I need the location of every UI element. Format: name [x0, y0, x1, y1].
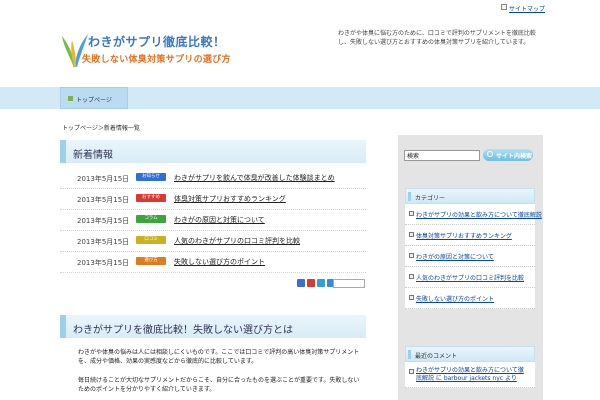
checkbox-icon [409, 232, 414, 237]
list-item: わきがサプリの効果と飲み方について徹底解説 [405, 204, 542, 225]
logo-subtitle: 失敗しない体臭対策サプリの選び方 [82, 55, 231, 65]
checkbox-icon [409, 253, 414, 258]
news-date: 2013年5月15日 [77, 196, 130, 204]
breadcrumb: トップページ＞新着情報一覧 [62, 125, 140, 132]
news-badge: おすすめ [136, 194, 166, 202]
site-logo[interactable]: わきがサプリ徹底比較！ 失敗しない体臭対策サプリの選び方 [60, 30, 240, 72]
article-title: わきがサプリを徹底比較！失敗しない選び方とは [73, 325, 293, 336]
news-link[interactable]: 失敗しない選び方のポイント [174, 257, 265, 267]
share-count [333, 279, 365, 288]
news-row: 2013年5月15日 お知らせ わきがサプリを飲んで体臭が改善した体験談まとめ [60, 168, 366, 189]
news-link[interactable]: わきがの原因と対策について [174, 215, 265, 225]
tweet-icon[interactable] [317, 279, 325, 287]
category-link[interactable]: わきがサプリの効果と飲み方について徹底解説 [416, 210, 542, 219]
news-row: 2013年5月15日 コラム わきがの原因と対策について [60, 210, 366, 231]
nav-item-label: トップページ [76, 97, 112, 104]
news-date: 2013年5月15日 [77, 217, 130, 225]
news-badge: コラム [136, 215, 166, 223]
news-link[interactable]: 体臭対策サプリおすすめランキング [174, 194, 286, 204]
checkbox-icon [409, 274, 414, 279]
search-input[interactable] [404, 150, 480, 161]
category-link[interactable]: 人気のわきがサプリの口コミ評判を比較 [416, 273, 524, 282]
search-icon [487, 151, 493, 157]
comment-icon [409, 369, 414, 374]
list-item: 人気のわきがサプリの口コミ評判を比較 [405, 267, 535, 288]
list-item: わきがサプリの効果と飲み方について徹底解説 に barbour jackets … [405, 362, 535, 388]
news-row: 2013年5月15日 口コミ 人気のわきがサプリの口コミ評判を比較 [60, 231, 366, 252]
checkbox-icon [409, 295, 414, 300]
sitemap-icon [501, 4, 507, 10]
comment-link[interactable]: わきがサプリの効果と飲み方について徹底解説 に barbour jackets … [416, 367, 526, 383]
widget-title: カテゴリー [405, 188, 535, 204]
category-link[interactable]: わきがの原因と対策について [416, 252, 494, 261]
news-date: 2013年5月15日 [77, 175, 130, 183]
article-paragraph: 毎日続けることが大切なサプリメントだからこそ、自分に合ったものを選ぶことが重要で… [78, 377, 360, 393]
list-item: 失敗しない選び方のポイント [405, 288, 535, 309]
search-button[interactable]: サイト内検索 [483, 149, 533, 161]
sitemap-link[interactable]: サイトマップ [509, 4, 545, 13]
list-item: 体臭対策サプリおすすめランキング [405, 225, 535, 246]
bullet-icon [68, 96, 73, 101]
article-paragraph: わきがや体臭の悩みは人には相談しにくいものです。ここでは口コミで評判の高い体臭対… [78, 349, 360, 365]
share-icon[interactable] [307, 279, 315, 287]
news-list: 2013年5月15日 お知らせ わきがサプリを飲んで体臭が改善した体験談まとめ … [60, 168, 366, 273]
category-link[interactable]: 失敗しない選び方のポイント [416, 294, 494, 303]
news-row: 2013年5月15日 選び方 失敗しない選び方のポイント [60, 252, 366, 273]
news-date: 2013年5月15日 [77, 238, 130, 246]
search-button-label: サイト内検索 [496, 154, 533, 160]
news-badge: 選び方 [136, 257, 166, 265]
widget-title: 最近のコメント [405, 346, 535, 362]
news-link[interactable]: 人気のわきがサプリの口コミ評判を比較 [174, 236, 300, 246]
news-badge: 口コミ [136, 236, 166, 244]
news-date: 2013年5月15日 [77, 259, 130, 267]
category-link[interactable]: 体臭対策サプリおすすめランキング [416, 231, 512, 240]
news-heading: 新着情報 [60, 140, 366, 163]
nav-item-top[interactable]: トップページ [60, 87, 128, 109]
top-bar: サイトマップ [0, 0, 600, 14]
logo-title: わきがサプリ徹底比較！ [88, 35, 226, 49]
comments-widget: 最近のコメント わきがサプリの効果と飲み方について徹底解説 に barbour … [405, 346, 535, 388]
category-widget: カテゴリー わきがサプリの効果と飲み方について徹底解説 体臭対策サプリおすすめラ… [405, 188, 542, 309]
news-row: 2013年5月15日 おすすめ 体臭対策サプリおすすめランキング [60, 189, 366, 210]
news-link[interactable]: わきがサプリを飲んで体臭が改善した体験談まとめ [174, 173, 335, 183]
list-item: わきがの原因と対策について [405, 246, 535, 267]
news-title: 新着情報 [73, 150, 113, 161]
article-heading: わきがサプリを徹底比較！失敗しない選び方とは [60, 315, 366, 338]
site-description: わきがや体臭に悩む方のために、口コミで評判のサプリメントを徹底比較し、失敗しない… [338, 30, 536, 46]
news-badge: お知らせ [136, 173, 166, 181]
bookmark-icon[interactable] [297, 279, 305, 287]
checkbox-icon [409, 211, 414, 216]
